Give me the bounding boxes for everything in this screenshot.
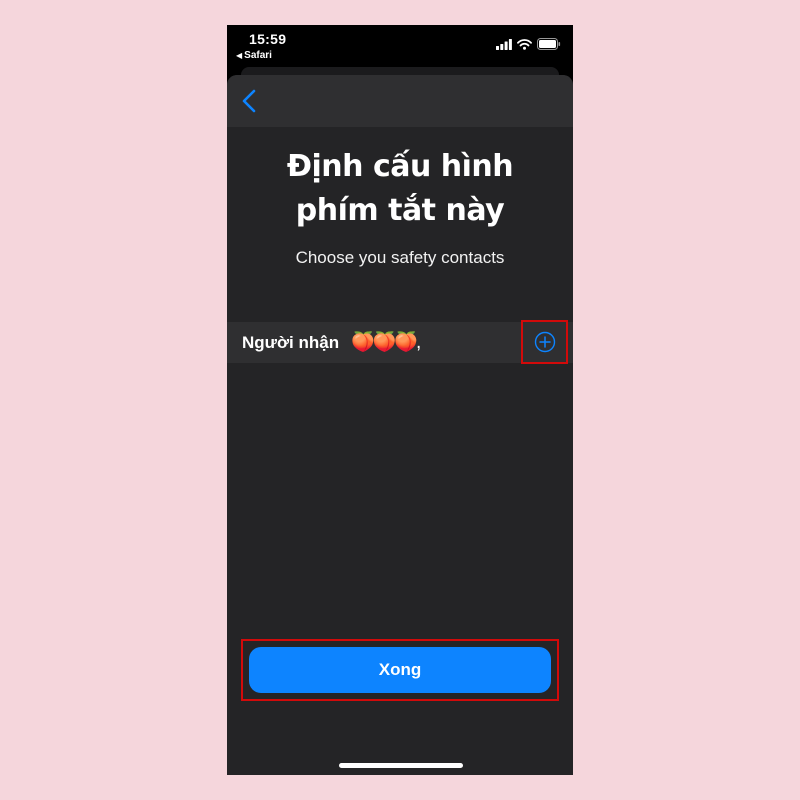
signal-icon bbox=[496, 38, 512, 50]
home-indicator bbox=[339, 763, 463, 768]
status-icons bbox=[496, 38, 561, 50]
page-subtitle: Choose you safety contacts bbox=[295, 248, 505, 267]
recipient-contacts[interactable]: 🍑🍑🍑, bbox=[351, 330, 421, 354]
battery-icon bbox=[537, 38, 561, 50]
title-line-1: Định cấu hình bbox=[286, 149, 514, 184]
back-to-app-link[interactable]: ◀ Safari bbox=[236, 50, 272, 61]
chevron-left-icon[interactable] bbox=[239, 88, 259, 114]
back-app-label: Safari bbox=[244, 50, 272, 61]
title-line-2: phím tắt này bbox=[295, 193, 505, 228]
page-title: Định cấu hình phím tắt này bbox=[227, 145, 573, 233]
wifi-icon bbox=[517, 38, 532, 50]
done-button-highlight bbox=[241, 639, 559, 701]
nav-bar bbox=[227, 75, 573, 127]
status-time: 15:59 bbox=[249, 31, 287, 47]
recipient-label: Người nhận bbox=[242, 333, 340, 352]
status-bar: 15:59 ◀ Safari bbox=[227, 25, 573, 67]
add-recipient-highlight bbox=[521, 320, 568, 364]
back-triangle-icon: ◀ bbox=[236, 51, 243, 60]
